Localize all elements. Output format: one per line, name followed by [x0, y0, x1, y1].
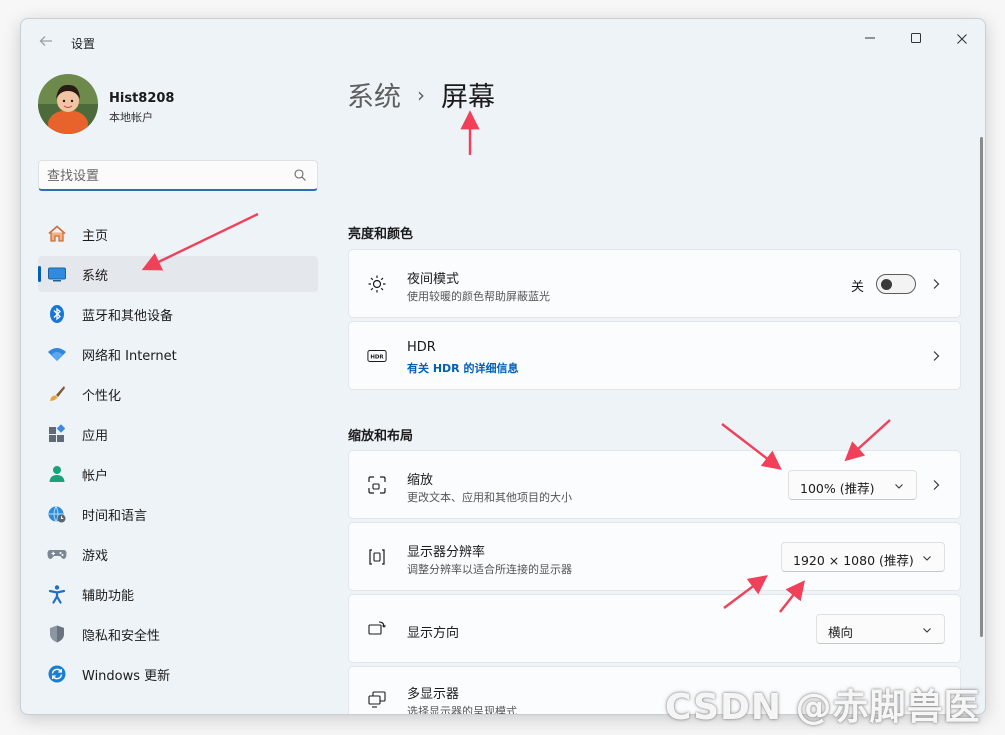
account-type: 本地帐户 — [109, 111, 153, 124]
scale-title: 缩放 — [407, 473, 434, 488]
section-title-brightness: 亮度和颜色 — [348, 227, 414, 242]
app-title: 设置 — [71, 37, 96, 51]
system-icon — [47, 264, 67, 284]
screenshot-stage: 设置 Hist8208 本地帐户 查找设置 主页 系统 蓝牙和其他设备 网络和 … — [0, 0, 1005, 735]
watermark: CSDN @赤脚兽医 — [665, 687, 981, 728]
hdr-info-link[interactable]: 有关 HDR 的详细信息 — [407, 360, 518, 376]
minimize-icon[interactable] — [847, 25, 893, 55]
multi-display-subtitle: 选择显示器的呈现模式 — [407, 705, 517, 715]
sidebar-item-label: 应用 — [82, 428, 109, 444]
maximize-icon[interactable] — [893, 25, 939, 55]
bluetooth-icon — [47, 304, 67, 324]
user-name: Hist8208 — [109, 91, 175, 106]
svg-text:HDR: HDR — [370, 355, 384, 361]
apps-icon — [47, 424, 67, 444]
resolution-value: 1920 × 1080 (推荐) — [793, 553, 914, 568]
title-bar: 设置 — [21, 19, 985, 65]
breadcrumb-parent[interactable]: 系统 — [347, 75, 401, 114]
wifi-icon — [47, 344, 67, 364]
sidebar-item-label: 辅助功能 — [82, 588, 135, 604]
home-icon — [47, 224, 67, 244]
scale-value: 100% (推荐) — [800, 481, 875, 496]
search-icon[interactable] — [293, 168, 307, 182]
multi-display-title: 多显示器 — [407, 687, 460, 702]
breadcrumb-separator: › — [417, 82, 425, 107]
hdr-icon: HDR — [367, 346, 387, 366]
sidebar-item-label: 时间和语言 — [82, 508, 148, 524]
accessibility-icon — [47, 584, 67, 604]
globe-clock-icon — [47, 504, 67, 524]
sidebar-item-label: 个性化 — [82, 388, 122, 404]
multi-display-icon — [367, 689, 387, 709]
resolution-card[interactable]: 显示器分辨率 调整分辨率以适合所连接的显示器 1920 × 1080 (推荐) — [348, 522, 961, 591]
orientation-value: 横向 — [828, 625, 854, 640]
night-light-state: 关 — [850, 280, 864, 295]
sidebar-item-label: 系统 — [82, 268, 109, 284]
search-box[interactable] — [38, 160, 318, 191]
sidebar-item-bluetooth[interactable]: 蓝牙和其他设备 — [38, 296, 318, 332]
sidebar-item-apps[interactable]: 应用 — [38, 416, 318, 452]
orientation-icon — [367, 619, 387, 639]
sidebar-item-accessibility[interactable]: 辅助功能 — [38, 576, 318, 612]
orientation-dropdown[interactable]: 横向 — [816, 614, 945, 644]
night-light-title: 夜间模式 — [407, 272, 460, 287]
brush-icon — [47, 384, 67, 404]
orientation-title: 显示方向 — [407, 626, 460, 641]
sidebar-item-label: 隐私和安全性 — [82, 628, 161, 644]
sidebar-item-personalization[interactable]: 个性化 — [38, 376, 318, 412]
active-indicator — [38, 266, 41, 282]
scale-icon — [367, 475, 387, 495]
night-light-toggle[interactable] — [876, 274, 916, 294]
sidebar-item-time-language[interactable]: 时间和语言 — [38, 496, 318, 532]
avatar[interactable] — [38, 74, 98, 134]
hdr-card[interactable]: HDR HDR 有关 HDR 的详细信息 — [348, 321, 961, 390]
scale-subtitle: 更改文本、应用和其他项目的大小 — [407, 491, 572, 504]
back-arrow-icon[interactable] — [35, 32, 57, 54]
chevron-down-icon — [923, 556, 931, 561]
sidebar-item-windows-update[interactable]: Windows 更新 — [38, 656, 318, 692]
scale-card[interactable]: 缩放 更改文本、应用和其他项目的大小 100% (推荐) — [348, 450, 961, 519]
chevron-right-icon — [933, 480, 940, 490]
settings-window: 设置 Hist8208 本地帐户 查找设置 主页 系统 蓝牙和其他设备 网络和 … — [20, 18, 986, 715]
sidebar-item-accounts[interactable]: 帐户 — [38, 456, 318, 492]
sun-icon — [367, 274, 387, 294]
scale-dropdown[interactable]: 100% (推荐) — [788, 470, 917, 500]
sidebar-item-label: 游戏 — [82, 548, 109, 564]
night-light-card[interactable]: 夜间模式 使用较暖的颜色帮助屏蔽蓝光 关 — [348, 249, 961, 318]
search-input[interactable] — [47, 166, 287, 186]
sidebar-item-label: 帐户 — [82, 468, 109, 484]
sidebar-item-label: Windows 更新 — [82, 668, 171, 684]
sidebar-item-label: 蓝牙和其他设备 — [82, 308, 174, 324]
hdr-title: HDR — [407, 340, 436, 355]
close-icon[interactable] — [939, 25, 985, 55]
page-title: 屏幕 — [441, 82, 495, 113]
chevron-right-icon — [933, 351, 940, 361]
resolution-icon — [367, 547, 387, 567]
chevron-right-icon — [933, 279, 940, 289]
sidebar-item-home[interactable]: 主页 — [38, 216, 318, 252]
night-light-subtitle: 使用较暖的颜色帮助屏蔽蓝光 — [407, 290, 550, 303]
resolution-dropdown[interactable]: 1920 × 1080 (推荐) — [781, 542, 945, 572]
update-icon — [47, 664, 67, 684]
shield-icon — [47, 624, 67, 644]
sidebar-item-label: 网络和 Internet — [82, 348, 177, 364]
chevron-down-icon — [895, 484, 903, 489]
gamepad-icon — [47, 544, 67, 564]
sidebar-item-system[interactable]: 系统 — [38, 256, 318, 292]
sidebar-item-privacy-security[interactable]: 隐私和安全性 — [38, 616, 318, 652]
section-title-scale-layout: 缩放和布局 — [348, 429, 414, 444]
breadcrumb: 系统 › 屏幕 — [347, 75, 495, 114]
sidebar-item-label: 主页 — [82, 228, 109, 244]
chevron-down-icon — [923, 628, 931, 633]
sidebar-item-network[interactable]: 网络和 Internet — [38, 336, 318, 372]
resolution-subtitle: 调整分辨率以适合所连接的显示器 — [407, 563, 572, 576]
resolution-title: 显示器分辨率 — [407, 545, 486, 560]
account-icon — [47, 464, 67, 484]
sidebar-item-gaming[interactable]: 游戏 — [38, 536, 318, 572]
sidebar-nav: 主页 系统 蓝牙和其他设备 网络和 Internet 个性化 应用 帐户 时间和… — [38, 216, 318, 696]
toggle-knob — [881, 279, 892, 290]
scrollbar[interactable] — [980, 137, 983, 637]
orientation-card[interactable]: 显示方向 横向 — [348, 594, 961, 663]
